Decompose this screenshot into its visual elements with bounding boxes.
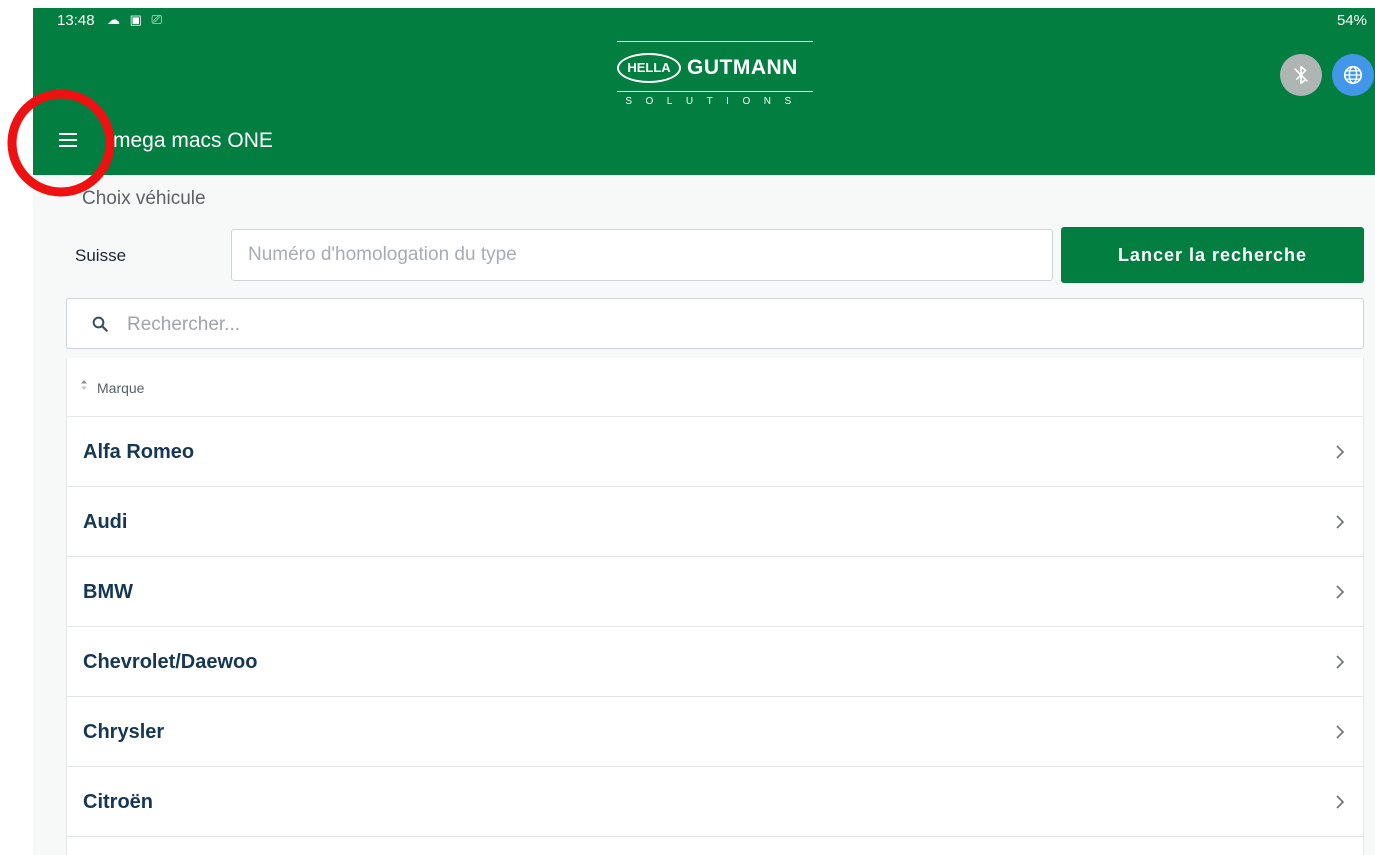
chevron-right-icon <box>1336 515 1345 529</box>
table-row[interactable]: Chevrolet/Daewoo <box>67 627 1363 697</box>
logo-gutmann: GUTMANN <box>687 56 798 79</box>
row-label: Chrysler <box>83 721 165 743</box>
section-title: Choix véhicule <box>82 188 206 209</box>
table-row[interactable]: Chrysler <box>67 697 1363 767</box>
globe-icon <box>1343 65 1363 85</box>
logo-hella-badge: HELLA <box>617 53 681 83</box>
app-header: 13:48 ☁ ▣ ⎚ 54% HELLA GUTMANN SOLUTIONS <box>33 8 1375 175</box>
country-select[interactable]: Suisse <box>73 228 241 280</box>
column-header-label: Marque <box>97 380 145 396</box>
row-label: Audi <box>83 511 128 533</box>
table-row[interactable]: BMW <box>67 557 1363 627</box>
row-label: Chevrolet/Daewoo <box>83 651 258 673</box>
table-header-marque[interactable]: Marque <box>67 358 1363 417</box>
row-label: Citroën <box>83 791 153 813</box>
row-label: Alfa Romeo <box>83 441 195 463</box>
row-label: BMW <box>83 581 133 603</box>
sort-icon <box>81 380 87 390</box>
start-search-button[interactable]: Lancer la recherche <box>1061 227 1364 283</box>
chevron-right-icon <box>1336 445 1345 459</box>
status-battery: 54% <box>1336 12 1367 29</box>
table-row[interactable]: Alfa Romeo <box>67 417 1363 487</box>
menu-icon[interactable] <box>59 133 77 147</box>
logo-solutions: SOLUTIONS <box>625 96 805 107</box>
bluetooth-button[interactable] <box>1280 54 1322 96</box>
bluetooth-icon <box>1294 65 1308 85</box>
logo-rule-top <box>617 41 813 42</box>
status-notification-icons: ☁ ▣ ⎚ <box>107 12 165 27</box>
search-icon <box>92 316 108 332</box>
chevron-right-icon <box>1336 795 1345 809</box>
table-row[interactable]: Audi <box>67 487 1363 557</box>
app-title: mega macs ONE <box>113 129 273 152</box>
table-row[interactable]: Citroën <box>67 767 1363 837</box>
language-button[interactable] <box>1332 54 1374 96</box>
search-input[interactable] <box>125 307 1329 343</box>
chevron-right-icon <box>1336 585 1345 599</box>
type-approval-input[interactable] <box>231 229 1053 281</box>
app-window: 13:48 ☁ ▣ ⎚ 54% HELLA GUTMANN SOLUTIONS <box>33 8 1375 855</box>
logo-rule-bottom <box>617 91 813 92</box>
chevron-right-icon <box>1336 655 1345 669</box>
chevron-right-icon <box>1336 725 1345 739</box>
hella-gutmann-logo: HELLA GUTMANN SOLUTIONS <box>617 41 813 111</box>
country-value: Suisse <box>75 246 127 265</box>
search-box[interactable] <box>66 298 1364 349</box>
status-time: 13:48 <box>57 12 95 29</box>
brand-table: Marque Alfa Romeo Audi BMW Chevrolet/Dae… <box>66 358 1364 855</box>
